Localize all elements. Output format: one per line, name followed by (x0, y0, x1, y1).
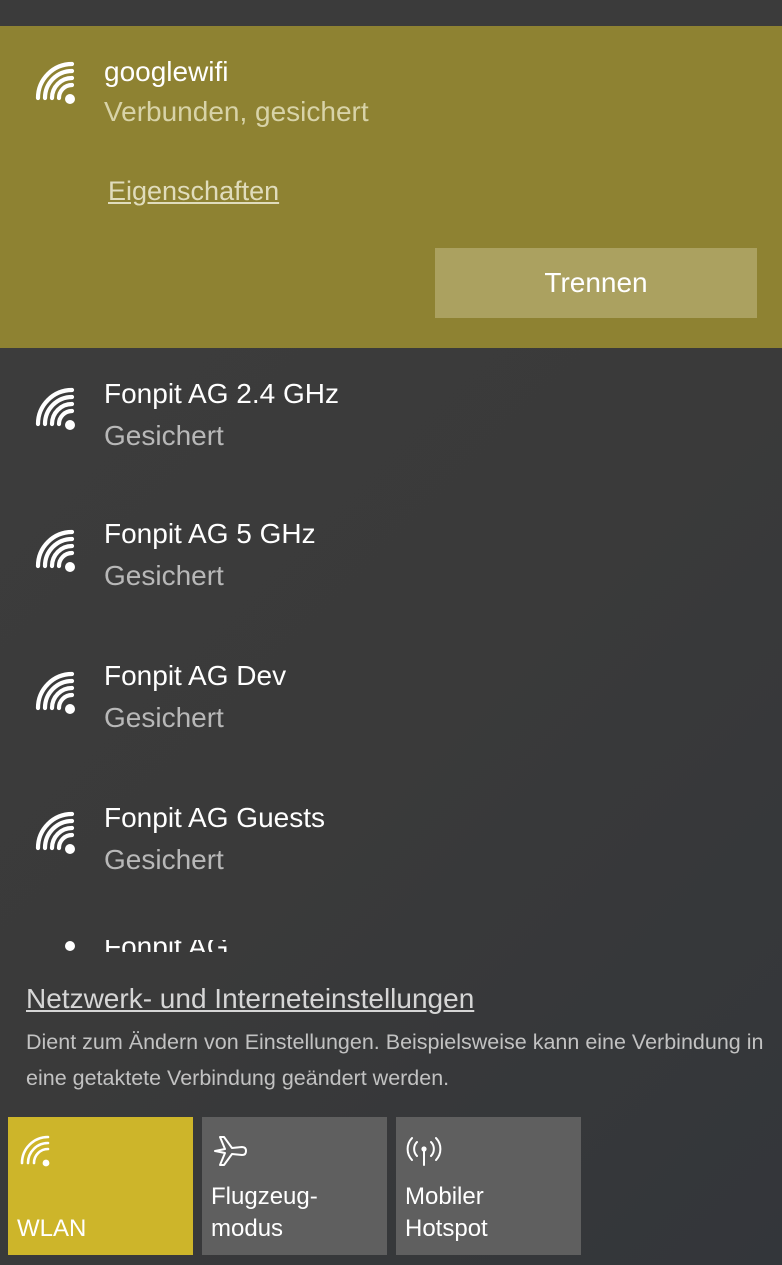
tile-label: Flugzeug- modus (211, 1183, 318, 1242)
network-status: Gesichert (104, 420, 224, 451)
disconnect-button[interactable]: Trennen (435, 248, 757, 318)
connected-network-status: Verbunden, gesichert (104, 96, 369, 127)
airplane-icon (212, 1133, 248, 1169)
wifi-signal-icon (32, 670, 78, 716)
mobile-hotspot-tile[interactable]: Mobiler Hotspot (396, 1117, 581, 1255)
network-status: Gesichert (104, 844, 224, 875)
network-settings-link[interactable]: Netzwerk- und Interneteinstellungen (26, 983, 474, 1015)
network-item[interactable]: Fonpit AG Guests Gesichert (0, 796, 782, 926)
hotspot-icon (406, 1133, 442, 1169)
network-status: Gesichert (104, 702, 224, 733)
network-item[interactable]: Fonpit AG 2.4 GHz Gesichert (0, 370, 782, 500)
airplane-mode-tile[interactable]: Flugzeug- modus (202, 1117, 387, 1255)
wifi-signal-icon (32, 810, 78, 856)
wifi-signal-icon (32, 386, 78, 432)
network-name: Fonpit AG 2.4 GHz (104, 378, 339, 409)
wlan-toggle-tile[interactable]: WLAN (8, 1117, 193, 1255)
network-name: Fonpit AG Guests (104, 802, 325, 833)
wifi-signal-icon (32, 528, 78, 574)
wifi-signal-icon (32, 60, 78, 106)
network-settings-description: Dient zum Ändern von Einstellungen. Beis… (26, 1030, 764, 1090)
tile-label: WLAN (17, 1215, 87, 1242)
network-item[interactable]: Fonpit AG Dev Gesichert (0, 654, 782, 784)
wifi-signal-icon (32, 940, 78, 952)
tile-label: Mobiler Hotspot (405, 1183, 488, 1242)
properties-link[interactable]: Eigenschaften (108, 176, 279, 207)
top-strip (0, 0, 782, 26)
network-status: Gesichert (104, 560, 224, 591)
network-name: Fonpit AG (104, 940, 229, 952)
network-item[interactable]: Fonpit AG 5 GHz Gesichert (0, 512, 782, 642)
network-name: Fonpit AG Dev (104, 660, 287, 691)
connected-network[interactable]: googlewifi Verbunden, gesichert Eigensch… (0, 26, 782, 348)
network-item-partial[interactable]: Fonpit AG (0, 940, 782, 952)
wifi-icon (18, 1133, 54, 1169)
connected-network-name: googlewifi (104, 56, 229, 87)
network-name: Fonpit AG 5 GHz (104, 518, 316, 549)
